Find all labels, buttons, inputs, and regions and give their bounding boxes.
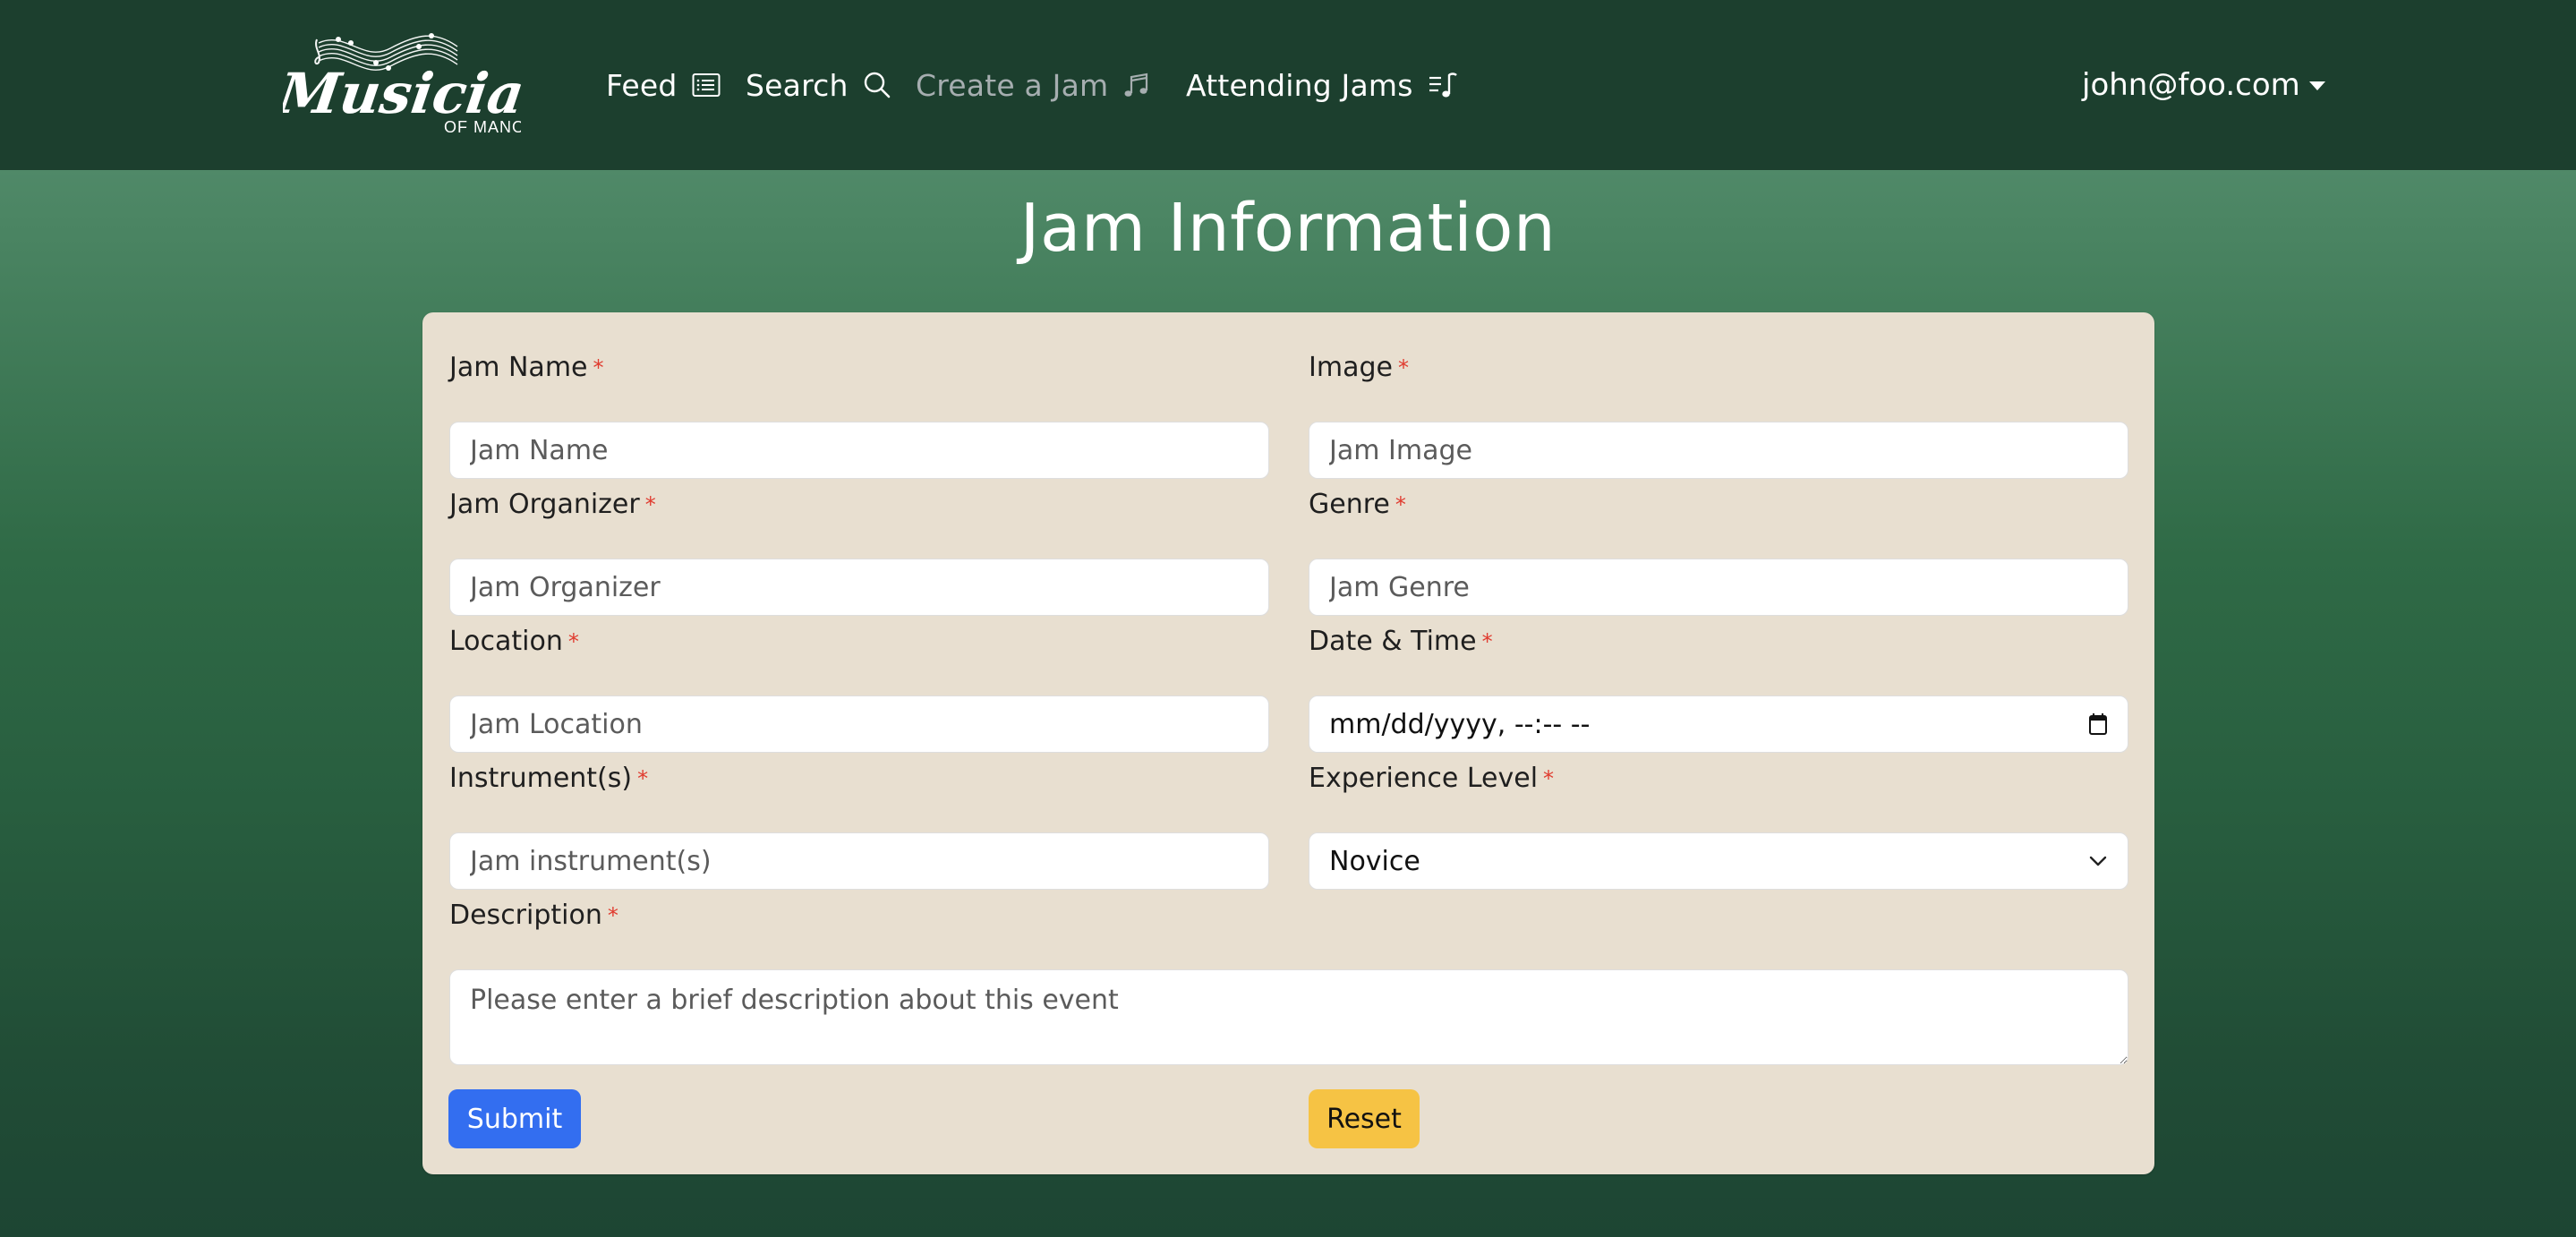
image-input[interactable] <box>1309 422 2128 479</box>
nav-attending-jams-label: Attending Jams <box>1186 67 1413 103</box>
required-marker: * <box>1481 629 1493 654</box>
datetime-label: Date & Time * <box>1309 626 1493 657</box>
nav-search[interactable]: Search <box>746 63 891 107</box>
field-location: Location * <box>449 624 1269 753</box>
logo-graphic: Musicians OF MANOA <box>272 33 600 136</box>
required-marker: * <box>567 629 579 654</box>
field-organizer: Jam Organizer * <box>449 487 1269 616</box>
required-marker: * <box>644 492 656 517</box>
location-input[interactable] <box>449 695 1269 753</box>
caret-down-icon <box>2308 81 2325 90</box>
feed-list-icon <box>692 73 721 97</box>
jam-name-input[interactable] <box>449 422 1269 479</box>
datetime-input[interactable]: mm/dd/yyyy, --:-- -- <box>1309 695 2128 753</box>
nav-create-jam-label: Create a Jam <box>916 67 1109 103</box>
nav-search-label: Search <box>746 67 849 103</box>
description-textarea[interactable] <box>449 969 2128 1065</box>
reset-button[interactable]: Reset <box>1309 1089 1420 1148</box>
experience-selected: Novice <box>1329 845 1420 877</box>
description-label: Description * <box>449 900 618 931</box>
submit-button[interactable]: Submit <box>448 1089 581 1148</box>
music-playlist-icon <box>1429 73 1457 98</box>
user-email: john@foo.com <box>2082 67 2300 103</box>
navbar: Musicians OF MANOA Feed Search Create a … <box>0 0 2576 170</box>
experience-label: Experience Level * <box>1309 763 1555 794</box>
field-instruments: Instrument(s) * <box>449 761 1269 890</box>
organizer-label: Jam Organizer * <box>449 489 656 520</box>
datetime-value: mm/dd/yyyy, --:-- -- <box>1329 708 1591 740</box>
logo-subtitle: OF MANOA <box>444 118 521 136</box>
required-marker: * <box>1395 492 1406 517</box>
genre-input[interactable] <box>1309 559 2128 616</box>
nav-attending-jams[interactable]: Attending Jams <box>1186 63 1458 107</box>
experience-select[interactable]: Novice <box>1309 832 2128 890</box>
instruments-label: Instrument(s) * <box>449 763 649 794</box>
page-title: Jam Information <box>1019 190 1557 267</box>
required-marker: * <box>637 766 649 791</box>
field-experience: Experience Level * Novice <box>1309 761 2128 890</box>
required-marker: * <box>593 355 604 380</box>
logo-title: Musicians <box>283 61 521 126</box>
required-marker: * <box>607 903 618 928</box>
location-label: Location * <box>449 626 579 657</box>
organizer-input[interactable] <box>449 559 1269 616</box>
instruments-input[interactable] <box>449 832 1269 890</box>
calendar-icon[interactable] <box>2088 712 2108 736</box>
musicians-of-manoa-logo[interactable]: Musicians OF MANOA <box>272 27 600 138</box>
field-description: Description * <box>449 898 2128 1065</box>
music-note-icon <box>1124 73 1148 97</box>
search-icon <box>864 72 890 98</box>
nav-feed[interactable]: Feed <box>606 63 721 107</box>
chevron-down-icon <box>2089 856 2107 866</box>
required-marker: * <box>1397 355 1409 380</box>
genre-label: Genre * <box>1309 489 1406 520</box>
required-marker: * <box>1543 766 1555 791</box>
jam-form: Jam Name* Image* Jam Organizer* Genre* L… <box>422 312 2154 1174</box>
jam-name-label: Jam Name * <box>449 352 604 383</box>
nav-create-jam[interactable]: Create a Jam <box>916 63 1151 107</box>
user-dropdown[interactable]: john@foo.com <box>2082 63 2325 107</box>
field-datetime: Date & Time * mm/dd/yyyy, --:-- -- <box>1309 624 2128 753</box>
nav-feed-label: Feed <box>606 67 678 103</box>
image-label: Image * <box>1309 352 1409 383</box>
field-genre: Genre * <box>1309 487 2128 616</box>
field-jam-name: Jam Name * <box>449 350 1269 479</box>
field-image: Image * <box>1309 350 2128 479</box>
